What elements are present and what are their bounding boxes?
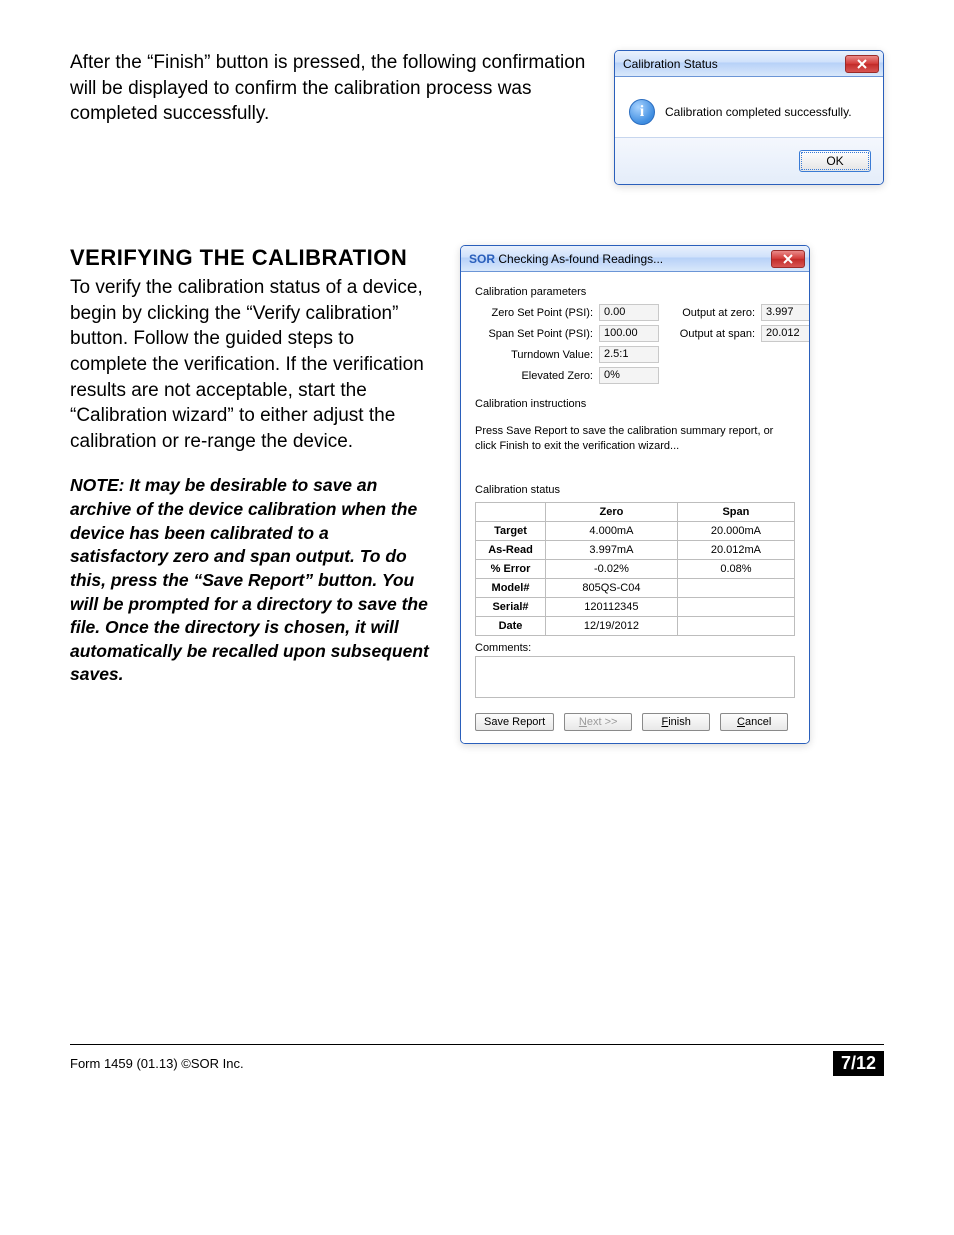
output-at-zero-label: Output at zero: — [665, 307, 755, 319]
dialog-title: Calibration Status — [623, 57, 718, 71]
output-at-span-label: Output at span: — [665, 328, 755, 340]
table-row: % Error-0.02%0.08% — [476, 559, 795, 578]
calibration-status-label: Calibration status — [475, 484, 795, 496]
page-number-badge: 7/12 — [833, 1051, 884, 1076]
table-row: Date12/19/2012 — [476, 616, 795, 635]
col-span-header: Span — [677, 502, 794, 521]
elevated-zero-value: 0% — [599, 367, 659, 384]
ok-button[interactable]: OK — [799, 150, 871, 172]
output-at-span-value: 20.012 — [761, 325, 810, 342]
output-at-zero-value: 3.997 — [761, 304, 810, 321]
finish-confirmation-paragraph: After the “Finish” button is pressed, th… — [70, 50, 586, 127]
col-zero-header: Zero — [546, 502, 678, 521]
wizard-title: SOR Checking As-found Readings... — [469, 252, 663, 266]
finish-button[interactable]: Finish — [642, 713, 710, 731]
turndown-value: 2.5:1 — [599, 346, 659, 363]
info-icon: i — [629, 99, 655, 125]
table-row: As-Read3.997mA20.012mA — [476, 540, 795, 559]
table-row: Target4.000mA20.000mA — [476, 521, 795, 540]
zero-setpoint-label: Zero Set Point (PSI): — [475, 307, 593, 319]
zero-setpoint-value: 0.00 — [599, 304, 659, 321]
span-setpoint-label: Span Set Point (PSI): — [475, 328, 593, 340]
turndown-label: Turndown Value: — [475, 349, 593, 361]
dialog-message: Calibration completed successfully. — [665, 105, 852, 119]
next-button: Next >> — [564, 713, 632, 731]
close-icon[interactable] — [771, 250, 805, 268]
section-heading: VERIFYING THE CALIBRATION — [70, 245, 430, 271]
calibration-instructions-label: Calibration instructions — [475, 398, 795, 410]
note-paragraph: NOTE: It may be desirable to save an arc… — [70, 474, 430, 687]
elevated-zero-label: Elevated Zero: — [475, 370, 593, 382]
verification-wizard-dialog: SOR Checking As-found Readings... Calibr… — [460, 245, 810, 744]
footer-text: Form 1459 (01.13) ©SOR Inc. — [70, 1056, 244, 1071]
cancel-button[interactable]: Cancel — [720, 713, 788, 731]
close-icon[interactable] — [845, 55, 879, 73]
span-setpoint-value: 100.00 — [599, 325, 659, 342]
calibration-instructions-text: Press Save Report to save the calibratio… — [475, 424, 795, 454]
comments-input[interactable] — [475, 656, 795, 698]
comments-label: Comments: — [475, 642, 795, 654]
calibration-parameters-label: Calibration parameters — [475, 286, 795, 298]
verify-paragraph: To verify the calibration status of a de… — [70, 275, 430, 454]
calibration-status-dialog: Calibration Status i Calibration complet… — [614, 50, 884, 185]
table-row: Model#805QS-C04 — [476, 578, 795, 597]
table-row: Serial#120112345 — [476, 597, 795, 616]
calibration-status-table: Zero Span Target4.000mA20.000mA As-Read3… — [475, 502, 795, 636]
save-report-button[interactable]: Save Report — [475, 713, 554, 731]
